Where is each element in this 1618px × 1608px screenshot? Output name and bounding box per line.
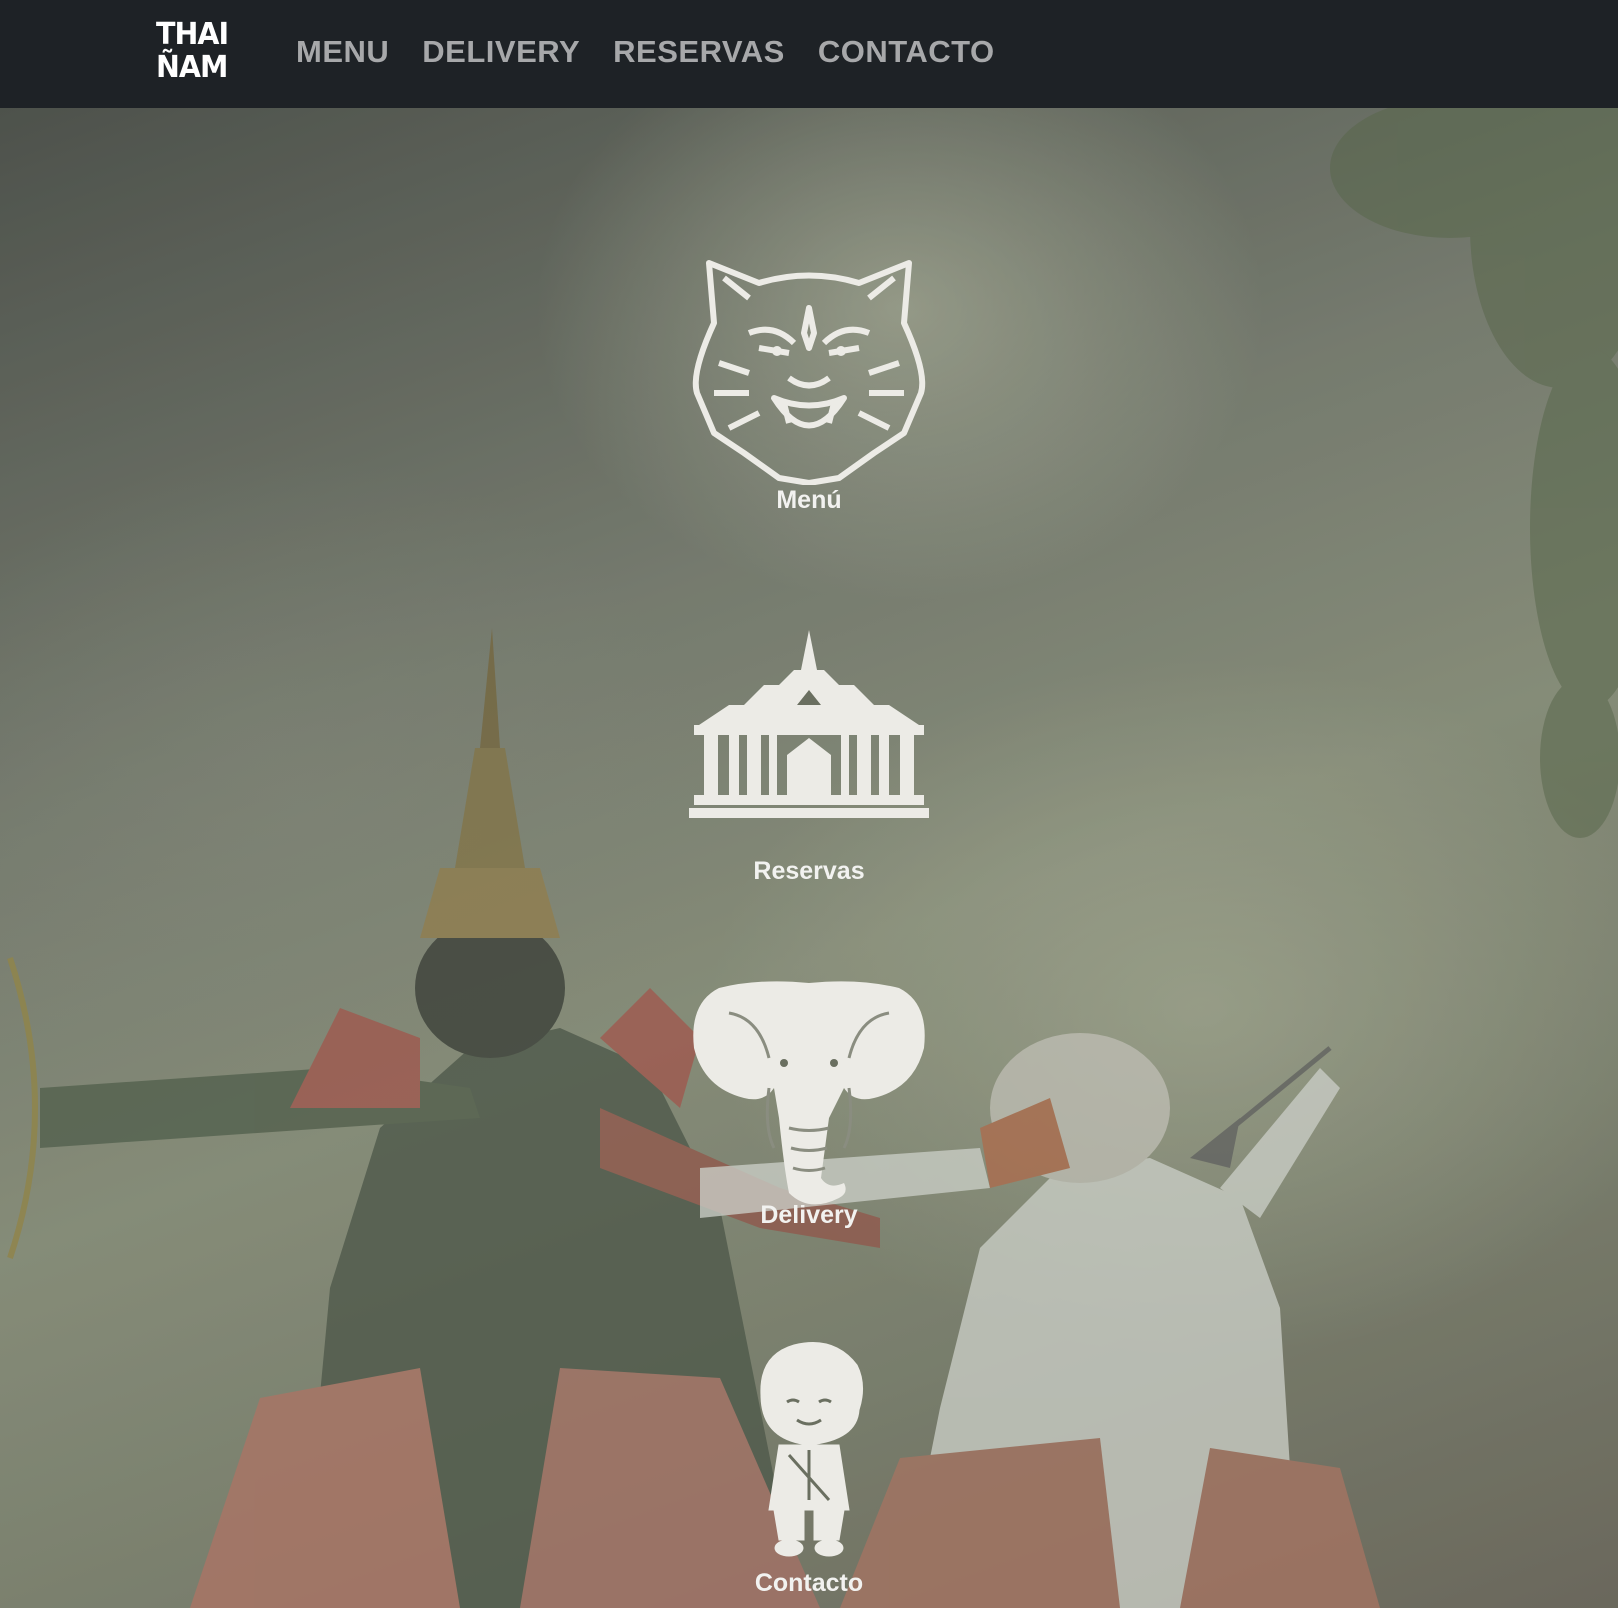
hero-item-contacto[interactable]: Contacto [0, 1340, 1618, 1598]
hero-item-label: Reservas [753, 857, 865, 885]
logo-line-2: ÑAM [156, 50, 228, 85]
hero-item-delivery[interactable]: Delivery [0, 978, 1618, 1230]
nav-link-reservas[interactable]: RESERVAS [613, 30, 785, 74]
temple-icon [689, 630, 929, 818]
nav-links: MENU DELIVERY RESERVAS CONTACTO [296, 30, 1028, 74]
elephant-icon [693, 981, 925, 1205]
person-icon [760, 1342, 863, 1557]
brand-logo[interactable]: THAI ÑAM [156, 17, 229, 88]
hero-section: Menú Reservas Delivery Contacto [0, 108, 1618, 1608]
nav-link-menu[interactable]: MENU [296, 30, 389, 74]
hero-item-menu[interactable]: Menú [0, 253, 1618, 515]
nav-link-contacto[interactable]: CONTACTO [818, 30, 995, 74]
tiger-icon [692, 260, 926, 485]
hero-item-reservas[interactable]: Reservas [0, 630, 1618, 886]
hero-item-label: Menú [776, 486, 842, 514]
nav-link-delivery[interactable]: DELIVERY [422, 30, 580, 74]
hero-item-label: Contacto [754, 1569, 864, 1597]
hero-item-label: Delivery [760, 1201, 858, 1229]
logo-line-1: THAI [156, 17, 229, 52]
navbar: THAI ÑAM MENU DELIVERY RESERVAS CONTACTO [0, 0, 1618, 108]
